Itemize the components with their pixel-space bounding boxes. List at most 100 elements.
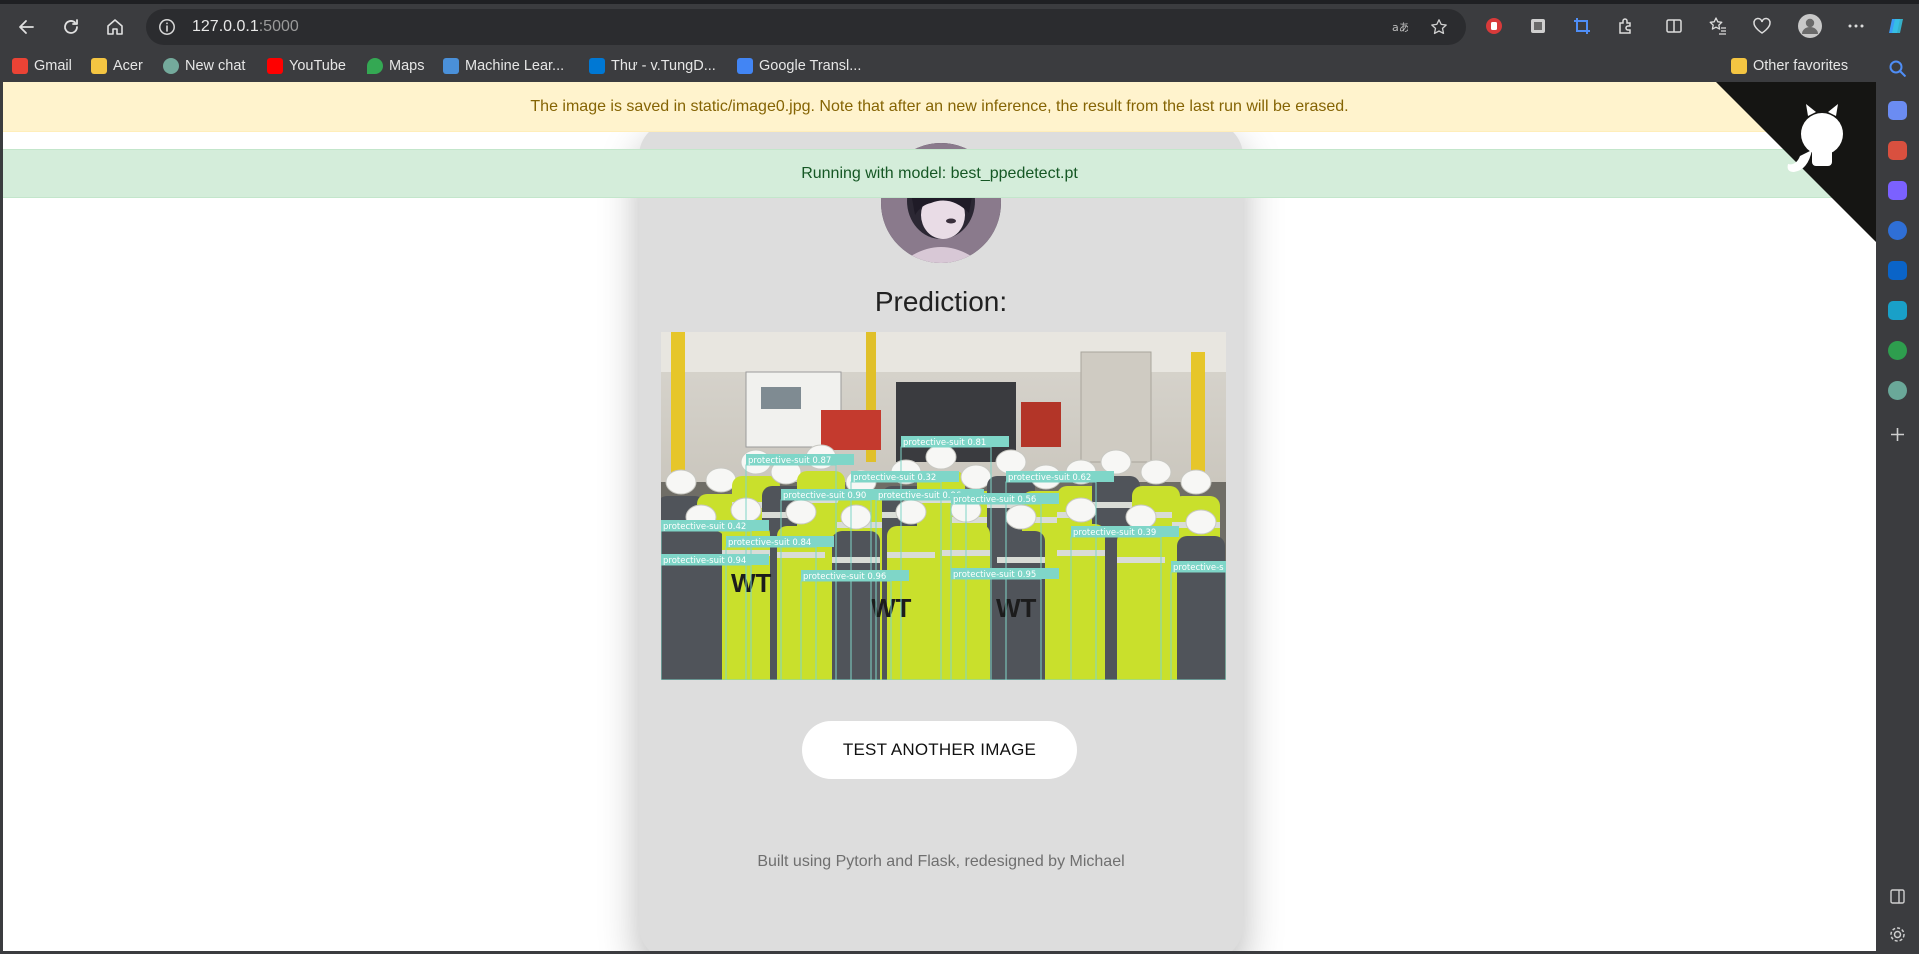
bookmark-new-chat[interactable]: New chat	[163, 54, 245, 78]
machinery	[896, 382, 1016, 462]
bookmark-outlook[interactable]: Thư - v.TungD...	[589, 54, 716, 78]
search-icon[interactable]	[1888, 59, 1907, 78]
page-title: Prediction:	[874, 286, 1008, 317]
reflective-stripe	[887, 552, 935, 558]
worker-vest	[677, 531, 725, 694]
tools-briefcase-icon[interactable]	[1888, 141, 1907, 160]
detection-label: protective-suit 0.87	[748, 456, 831, 466]
send-icon[interactable]	[1888, 301, 1907, 320]
hard-hat	[1180, 469, 1212, 495]
detection-label: protective-suit 0.90	[783, 491, 866, 501]
back-button[interactable]	[12, 12, 42, 42]
outlook-icon[interactable]	[1888, 261, 1907, 280]
detection-label: protective-s	[1173, 563, 1224, 573]
extension-red-icon[interactable]	[1483, 15, 1505, 37]
hard-hat	[1185, 509, 1217, 535]
red-cabinet	[1021, 402, 1061, 447]
yellow-pillar-left	[671, 332, 685, 482]
bookmark-label: Thư - v.TungD...	[611, 58, 716, 74]
warning-alert: The image is saved in static/image0.jpg.…	[3, 82, 1876, 132]
mountain-icon	[443, 58, 459, 74]
extension-screenshot-icon[interactable]	[1527, 15, 1549, 37]
hard-hat	[925, 444, 957, 470]
games-icon[interactable]	[1888, 181, 1907, 200]
profile-avatar-icon	[1798, 14, 1822, 38]
gmail-icon	[12, 58, 28, 74]
detection-label: protective-suit 0.42	[663, 522, 746, 532]
favorite-star-icon[interactable]	[1430, 18, 1448, 36]
chatgpt-icon[interactable]	[1888, 381, 1907, 400]
url-text[interactable]: 127.0.0.1:5000	[192, 18, 299, 36]
profile-button[interactable]	[1797, 13, 1823, 39]
detection-label: protective-suit 0.96	[803, 572, 886, 582]
bookmark-maps[interactable]: Maps	[367, 54, 424, 78]
hard-hat	[1125, 504, 1157, 530]
detection-label: protective-suit 0.96	[878, 491, 961, 501]
browser-essentials-button[interactable]	[1751, 15, 1773, 37]
gear-icon[interactable]	[1888, 925, 1907, 944]
bookmark-google-translate[interactable]: Google Transl...	[737, 54, 861, 78]
extension-stop-icon	[1486, 18, 1502, 34]
hard-hat	[1100, 449, 1132, 475]
bookmark-label: Google Transl...	[759, 58, 862, 74]
worker-vest	[1057, 524, 1105, 694]
extensions-button[interactable]	[1615, 15, 1637, 37]
test-another-image-button[interactable]: TEST ANOTHER IMAGE	[802, 721, 1077, 779]
more-dots-icon	[1848, 24, 1864, 28]
tree-icon[interactable]	[1888, 341, 1907, 360]
microsoft-365-icon[interactable]	[1888, 221, 1907, 240]
hard-hat	[705, 467, 737, 493]
favorites-button[interactable]	[1707, 15, 1729, 37]
folder-icon	[91, 58, 107, 74]
hard-hat	[1140, 459, 1172, 485]
chatgpt-icon	[163, 58, 179, 74]
detection-label: protective-suit 0.94	[663, 556, 746, 566]
bookmark-machine-learning[interactable]: Machine Lear...	[443, 54, 564, 78]
favorites-list-icon	[1709, 17, 1726, 35]
reflective-stripe	[1057, 550, 1105, 556]
bookmark-label: Maps	[389, 58, 425, 74]
hard-hat	[1065, 497, 1097, 523]
split-screen-button[interactable]	[1663, 15, 1685, 37]
detection-label: protective-suit 0.32	[853, 473, 936, 483]
garage-door	[1080, 351, 1152, 463]
folder-icon	[1731, 58, 1747, 74]
home-icon	[107, 19, 123, 35]
github-corner-link[interactable]	[1716, 82, 1876, 242]
other-favorites-label: Other favorites	[1753, 58, 1849, 74]
footer-credit: Built using Pytorh and Flask, redesigned…	[757, 853, 1125, 870]
read-aloud-icon[interactable]: aあ	[1390, 18, 1408, 36]
vest-logo: WT	[996, 593, 1037, 623]
sidebar-toggle-icon[interactable]	[1888, 887, 1907, 906]
address-bar[interactable]: 127.0.0.1:5000 aあ	[146, 9, 1466, 45]
bookmark-gmail[interactable]: Gmail	[12, 54, 72, 78]
extension-crop-icon[interactable]	[1571, 15, 1593, 37]
reflective-stripe	[832, 557, 880, 563]
detection-label: protective-suit 0.81	[903, 438, 986, 448]
bookmark-acer[interactable]: Acer	[91, 54, 143, 78]
translate-icon	[737, 58, 753, 74]
detection-label: protective-suit 0.56	[953, 495, 1036, 505]
bookmark-youtube[interactable]: YouTube	[267, 54, 346, 78]
home-button[interactable]	[100, 12, 130, 42]
bookmark-label: YouTube	[289, 58, 346, 74]
detection-label: protective-suit 0.84	[728, 538, 811, 548]
add-icon[interactable]	[1888, 425, 1907, 444]
settings-more-button[interactable]	[1845, 15, 1867, 37]
other-favorites-folder[interactable]: Other favorites	[1731, 54, 1848, 78]
copilot-button[interactable]	[1885, 15, 1907, 37]
url-port: :5000	[258, 18, 299, 35]
truck-window	[761, 387, 801, 409]
detection-label: protective-suit 0.95	[953, 570, 1036, 580]
reflective-stripe	[777, 552, 825, 558]
reload-icon	[64, 19, 78, 34]
bookmark-label: Machine Lear...	[465, 58, 565, 74]
shopping-tag-icon[interactable]	[1888, 101, 1907, 120]
worker-vest	[1117, 531, 1165, 694]
site-info-icon[interactable]	[158, 18, 176, 36]
red-toolbox	[821, 410, 881, 450]
youtube-icon	[267, 58, 283, 74]
reflective-stripe	[997, 557, 1045, 563]
reload-button[interactable]	[56, 12, 86, 42]
worker-vest	[1177, 536, 1225, 694]
